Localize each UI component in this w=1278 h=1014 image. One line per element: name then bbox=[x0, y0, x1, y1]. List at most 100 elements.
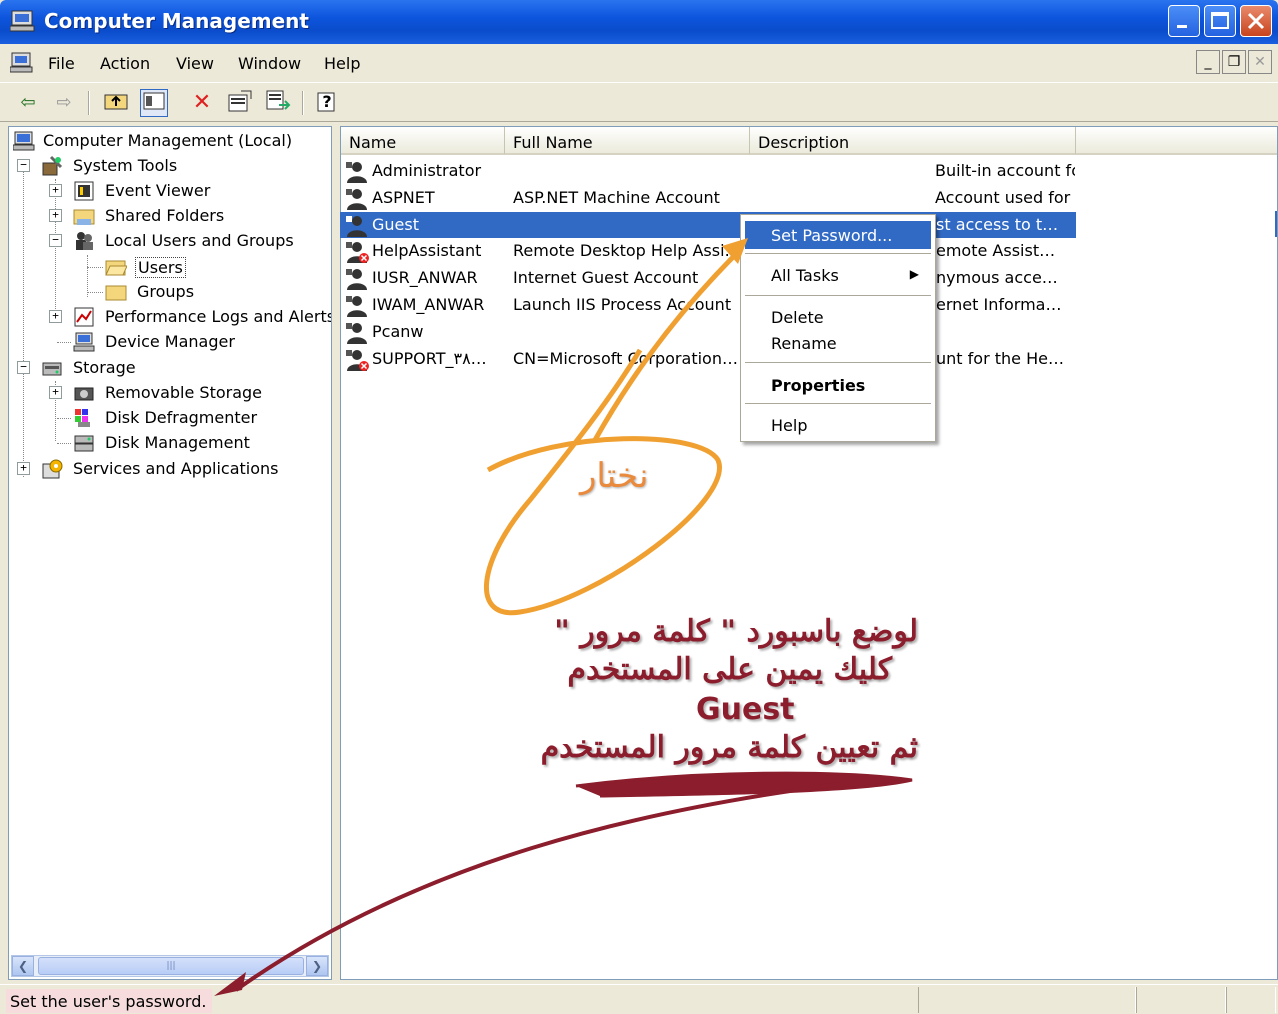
annotation-guest: Guest bbox=[696, 692, 795, 727]
tree-label: Disk Management bbox=[105, 433, 250, 452]
column-header-name[interactable]: Name bbox=[341, 127, 505, 155]
help-button[interactable]: ? bbox=[314, 89, 342, 117]
tree-label: Groups bbox=[137, 282, 195, 301]
user-full-name: CN=Microsoft Corporation… bbox=[513, 348, 738, 368]
computer-icon bbox=[10, 52, 33, 73]
menu-properties[interactable]: Properties bbox=[745, 371, 931, 399]
tree-label: Performance Logs and Alerts bbox=[105, 307, 332, 326]
collapse-icon[interactable]: − bbox=[49, 234, 62, 247]
expand-icon[interactable]: + bbox=[17, 462, 30, 475]
user-description-visible: ernet Informa… bbox=[936, 295, 1062, 314]
title-bar: Computer Management bbox=[0, 0, 1278, 44]
menu-separator bbox=[745, 253, 931, 254]
user-description-visible: nymous acce… bbox=[936, 268, 1058, 288]
user-icon bbox=[346, 242, 369, 264]
menu-action[interactable]: Action bbox=[100, 54, 150, 73]
expand-icon[interactable]: + bbox=[49, 184, 62, 197]
menu-help[interactable]: Help bbox=[745, 411, 931, 439]
maximize-button[interactable] bbox=[1204, 5, 1236, 37]
menu-bar: File Action View Window Help _ ❐ ✕ bbox=[0, 44, 1278, 82]
mdi-controls: _ ❐ ✕ bbox=[1194, 50, 1272, 74]
toolbar-separator bbox=[302, 91, 304, 115]
status-bar: Set the user's password. bbox=[0, 984, 1278, 1014]
user-name: Administrator bbox=[372, 161, 482, 180]
users-rows: Administrator Built-in account for admini… bbox=[340, 158, 1076, 374]
console-tree-icon bbox=[143, 92, 165, 110]
minimize-button[interactable] bbox=[1168, 5, 1200, 37]
user-row[interactable]: Pcanw bbox=[340, 319, 1076, 345]
mdi-minimize-button[interactable]: _ bbox=[1196, 50, 1220, 74]
tree-label: Shared Folders bbox=[105, 206, 225, 225]
expand-icon[interactable]: + bbox=[49, 386, 62, 399]
scroll-left-button[interactable]: ❮ bbox=[12, 956, 34, 976]
svg-text:?: ? bbox=[322, 92, 331, 111]
event-viewer-icon bbox=[74, 181, 94, 201]
mdi-restore-button[interactable]: ❐ bbox=[1222, 50, 1246, 74]
expand-icon[interactable]: + bbox=[49, 209, 62, 222]
tree-label: Device Manager bbox=[105, 332, 235, 351]
properties-icon bbox=[228, 90, 252, 112]
up-level-button[interactable] bbox=[102, 89, 130, 117]
forward-button[interactable]: ⇨ bbox=[50, 89, 78, 117]
user-icon bbox=[346, 349, 369, 371]
user-full-name: Internet Guest Account bbox=[513, 268, 699, 288]
chevron-right-icon: ❯ bbox=[311, 959, 323, 973]
user-icon bbox=[346, 296, 367, 317]
storage-icon bbox=[42, 362, 62, 376]
computer-management-icon bbox=[10, 10, 35, 32]
scroll-right-button[interactable]: ❯ bbox=[306, 956, 328, 976]
mdi-close-button[interactable]: ✕ bbox=[1248, 50, 1272, 74]
annotation-line2: كليك يمين على المستخدم bbox=[567, 652, 892, 687]
toolbar-separator bbox=[88, 91, 90, 115]
user-icon bbox=[346, 269, 367, 291]
user-name: SUPPORT_٣٨… bbox=[372, 348, 487, 368]
scroll-thumb[interactable]: ||| bbox=[38, 957, 304, 975]
close-button[interactable] bbox=[1240, 5, 1272, 37]
column-header-empty bbox=[1076, 127, 1277, 155]
show-hide-tree-button[interactable] bbox=[140, 89, 168, 117]
close-icon bbox=[1247, 12, 1265, 30]
user-name: Guest bbox=[372, 214, 419, 234]
export-list-button[interactable] bbox=[264, 89, 292, 117]
menu-all-tasks[interactable]: All Tasks ▶ bbox=[745, 261, 931, 289]
annotation-choose: نختار bbox=[580, 456, 649, 496]
expand-icon[interactable]: + bbox=[49, 310, 62, 323]
tree-label: Event Viewer bbox=[105, 181, 211, 200]
user-name: ASPNET bbox=[372, 187, 435, 207]
tree-label: Removable Storage bbox=[105, 383, 263, 402]
user-full-name: Launch IIS Process Account bbox=[513, 295, 732, 314]
properties-button[interactable] bbox=[226, 89, 254, 117]
user-row[interactable]: Administrator Built-in account for admini… bbox=[340, 158, 1076, 184]
menu-help[interactable]: Help bbox=[324, 54, 360, 73]
toolbar: ⇦ ⇨ ✕ ? bbox=[0, 82, 1278, 122]
device-manager-icon bbox=[73, 332, 95, 352]
help-icon: ? bbox=[317, 92, 335, 112]
user-description-visible: unt for the He… bbox=[936, 348, 1064, 368]
back-button[interactable]: ⇦ bbox=[14, 89, 42, 117]
collapse-icon[interactable]: − bbox=[17, 159, 30, 172]
menu-file[interactable]: File bbox=[48, 54, 75, 73]
tree-label: Disk Defragmenter bbox=[105, 408, 258, 427]
folder-icon bbox=[105, 285, 127, 301]
defrag-icon bbox=[75, 409, 90, 427]
export-list-icon bbox=[266, 90, 291, 110]
menu-view[interactable]: View bbox=[176, 54, 214, 73]
menu-delete[interactable]: Delete bbox=[745, 303, 931, 331]
menu-set-password[interactable]: Set Password... bbox=[745, 221, 931, 249]
console-tree: Computer Management (Local) − System Too… bbox=[8, 126, 332, 980]
menu-window[interactable]: Window bbox=[238, 54, 301, 73]
user-name: IWAM_ANWAR bbox=[372, 295, 485, 314]
performance-icon bbox=[74, 307, 94, 327]
column-header-full-name[interactable]: Full Name bbox=[505, 127, 750, 155]
collapse-icon[interactable]: − bbox=[17, 361, 30, 374]
menu-rename[interactable]: Rename bbox=[745, 329, 931, 357]
tree-horizontal-scrollbar[interactable]: ❮ ||| ❯ bbox=[11, 955, 329, 977]
folder-open-icon bbox=[105, 260, 127, 276]
user-icon bbox=[346, 322, 367, 344]
removable-storage-icon bbox=[74, 387, 94, 401]
column-header-description[interactable]: Description bbox=[750, 127, 1076, 155]
user-row[interactable]: ASPNET ASP.NET Machine Account Account use… bbox=[340, 185, 1076, 211]
up-folder-icon bbox=[104, 94, 128, 110]
user-icon bbox=[346, 188, 367, 210]
delete-button[interactable]: ✕ bbox=[188, 89, 216, 117]
